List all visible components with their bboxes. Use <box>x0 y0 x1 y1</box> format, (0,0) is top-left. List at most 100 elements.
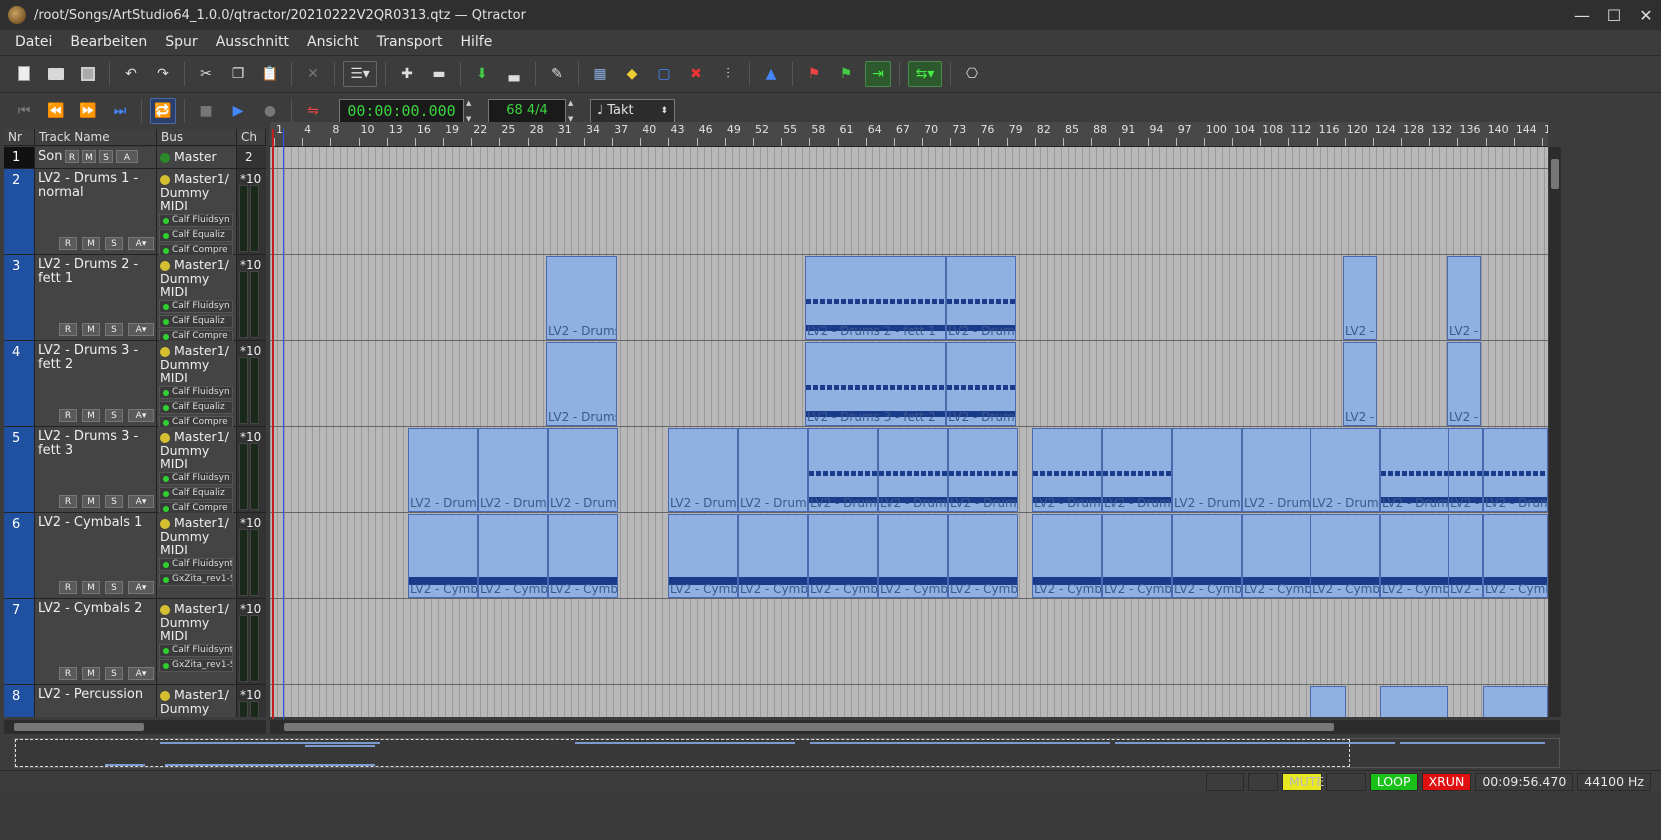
midi-clip[interactable]: LV2 - <box>1343 256 1377 340</box>
fast-forward-button[interactable]: ⏩ <box>75 98 101 124</box>
solo-button[interactable]: S <box>105 581 123 594</box>
midi-clip[interactable]: LV2 - Cymbals <box>1032 514 1102 598</box>
automation-button[interactable]: A <box>116 150 138 163</box>
save-file-button[interactable] <box>75 61 101 87</box>
mute-button[interactable]: M <box>82 581 100 594</box>
header-nr[interactable]: Nr <box>4 129 35 145</box>
track-row[interactable]: 3 LV2 - Drums 2 - fett 1 R M S A ▾ Master1/ Dum… <box>4 255 266 343</box>
midi-clip[interactable]: LV2 - Drums <box>1310 428 1380 512</box>
mixer-button[interactable]: ⫶ <box>715 61 741 87</box>
plugin-slot[interactable]: Calf Fluidsyn <box>159 300 233 313</box>
midi-clip[interactable]: LV2 - Cymbals <box>1102 514 1172 598</box>
canvas-scroll-thumb[interactable] <box>284 723 1334 731</box>
track-row[interactable]: 1 Son R M S A Master 2 <box>4 147 266 169</box>
midi-clip[interactable]: LV2 - Cymbals <box>878 514 948 598</box>
goto-start-button[interactable]: ⏮ <box>11 98 37 124</box>
plugin-slot[interactable]: GxZita_rev1-St <box>159 659 233 672</box>
menu-spur[interactable]: Spur <box>156 34 206 50</box>
midi-clip[interactable]: LV2 - <box>1380 686 1448 717</box>
midi-clip[interactable]: LV2 - Drums <box>668 428 738 512</box>
plugin-slot[interactable]: Calf Equaliz <box>159 401 233 414</box>
track-row[interactable]: 2 LV2 - Drums 1 - normal R M S A ▾ Master1/ Dum… <box>4 169 266 257</box>
mute-button[interactable]: M <box>82 150 96 163</box>
midi-clip[interactable]: LV2 - Drums <box>808 428 878 512</box>
track-name-cell[interactable]: LV2 - Cymbals 2 R M S A ▾ <box>35 599 157 684</box>
record-arm-button[interactable]: R <box>59 581 77 594</box>
midi-clip[interactable]: LV2 - Cymbals <box>408 514 478 598</box>
midi-clip[interactable]: LV2 - Drums <box>1380 428 1450 512</box>
track-row[interactable]: 5 LV2 - Drums 3 - fett 3 R M S A ▾ Master1/ Dum… <box>4 427 266 515</box>
mute-button[interactable]: M <box>82 667 100 680</box>
midi-clip[interactable]: LV2 - <box>1310 686 1346 717</box>
midi-clip[interactable]: LV2 - <box>1343 342 1377 426</box>
track-bus-cell[interactable]: Master1/ Dummy MIDI Calf Fluidsyn Calf Equ… <box>157 255 237 343</box>
midi-clip[interactable]: LV2 - Cymbals <box>1310 514 1380 598</box>
midi-clip[interactable]: LV2 - <box>1447 256 1481 340</box>
plugin-slot[interactable]: Calf Equaliz <box>159 315 233 328</box>
copy-button[interactable]: ❐ <box>225 61 251 87</box>
track-lane[interactable] <box>270 599 1548 685</box>
midi-clip[interactable]: LV2 - Cymbals <box>1483 514 1548 598</box>
plugin-slot[interactable]: Calf Equaliz <box>159 229 233 242</box>
menu-ausschnitt[interactable]: Ausschnitt <box>207 34 298 50</box>
punch-out-button[interactable]: ⚑ <box>833 61 859 87</box>
midi-clip[interactable]: LV2 - Drums 3 - fett 2 <box>946 342 1016 426</box>
record-arm-button[interactable]: R <box>59 667 77 680</box>
midi-clip[interactable]: LV2 - Cymbals <box>1242 514 1312 598</box>
cut-button[interactable]: ✂ <box>193 61 219 87</box>
midi-clip[interactable]: LV2 - Drums <box>1242 428 1312 512</box>
canvas-hscrollbar[interactable] <box>270 720 1560 734</box>
track-bus-cell[interactable]: Master1/ Dummy MIDI Calf Fluidsyn Calf Equ… <box>157 427 237 515</box>
automation-button[interactable]: A ▾ <box>128 237 154 250</box>
track-row[interactable]: 7 LV2 - Cymbals 2 R M S A ▾ Master1/ Dummy MIDI… <box>4 599 266 685</box>
tempo-spinner[interactable]: ▲ ▼ <box>568 99 578 123</box>
track-bus-cell[interactable]: Master <box>157 147 237 168</box>
solo-button[interactable]: S <box>105 495 123 508</box>
vertical-scrollbar[interactable] <box>1549 147 1561 717</box>
midi-clip[interactable]: LV2 - Drums <box>1102 428 1172 512</box>
automation-button[interactable]: A ▾ <box>128 495 154 508</box>
track-name-cell[interactable]: Son R M S A <box>35 147 157 168</box>
menu-datei[interactable]: Datei <box>6 34 61 50</box>
track-row[interactable]: 6 LV2 - Cymbals 1 R M S A ▾ Master1/ Dummy MIDI… <box>4 513 266 599</box>
midi-clip[interactable]: LV2 - Cymbals <box>1172 514 1242 598</box>
record-arm-button[interactable]: R <box>59 323 77 336</box>
midi-clip[interactable]: LV2 - Cymbals <box>478 514 548 598</box>
track-list-hscrollbar[interactable] <box>4 720 266 734</box>
rewind-button[interactable]: ⏪ <box>43 98 69 124</box>
paste-button[interactable]: 📋 <box>257 61 283 87</box>
track-bus-cell[interactable]: Master1/ Dummy MIDI Calf Fluidsynth GxZita… <box>157 513 237 598</box>
close-button[interactable]: ✕ <box>1637 6 1655 25</box>
vertical-scroll-thumb[interactable] <box>1551 159 1559 189</box>
record-arm-button[interactable]: R <box>59 237 77 250</box>
automation-button[interactable]: A ▾ <box>128 409 154 422</box>
midi-clip[interactable]: LV2 - Cymbals <box>948 514 1018 598</box>
plugin-slot[interactable]: Calf Fluidsyn <box>159 472 233 485</box>
tempo-display[interactable]: 68 4/4 <box>488 98 566 123</box>
menu-bearbeiten[interactable]: Bearbeiten <box>61 34 156 50</box>
midi-clip[interactable]: LV2 - Drums 3 - fett 2 <box>805 342 946 426</box>
midi-clip[interactable]: LV2 - Drums <box>1448 428 1483 512</box>
midi-clip[interactable]: LV2 - Drums <box>1032 428 1102 512</box>
header-track-name[interactable]: Track Name <box>35 129 157 145</box>
midi-clip[interactable]: LV2 - Drums <box>878 428 948 512</box>
track-name-cell[interactable]: LV2 - PercussionRMSA▾ <box>35 685 157 717</box>
record-button[interactable]: ● <box>257 98 283 124</box>
midi-clip[interactable]: LV2 - Drums <box>546 342 617 426</box>
remove-track-button[interactable]: ▬ <box>426 61 452 87</box>
midi-clip[interactable]: LV2 - Drums <box>546 256 617 340</box>
track-lane[interactable] <box>270 685 1548 717</box>
record-arm-button[interactable]: R <box>59 409 77 422</box>
track-row[interactable]: 4 LV2 - Drums 3 - fett 2 R M S A ▾ Master1/ Dum… <box>4 341 266 429</box>
solo-button[interactable]: S <box>105 323 123 336</box>
record-arm-button[interactable]: R <box>65 150 79 163</box>
menu-hilfe[interactable]: Hilfe <box>451 34 501 50</box>
midi-clip[interactable]: LV2 - Cymbals <box>668 514 738 598</box>
track-row[interactable]: 8LV2 - PercussionRMSA▾Master1/ Dummy MID… <box>4 685 266 717</box>
automation-button[interactable]: A ▾ <box>128 323 154 336</box>
track-bus-cell[interactable]: Master1/ Dummy MIDI Calf Fluidsynth GxZita… <box>157 599 237 684</box>
midi-clip[interactable]: LV2 - Cymbals <box>738 514 808 598</box>
midi-clip[interactable]: LV2 - Drums <box>478 428 548 512</box>
midi-clip[interactable]: LV2 - Drums <box>408 428 478 512</box>
midi-clip[interactable]: LV2 - Drums <box>738 428 808 512</box>
